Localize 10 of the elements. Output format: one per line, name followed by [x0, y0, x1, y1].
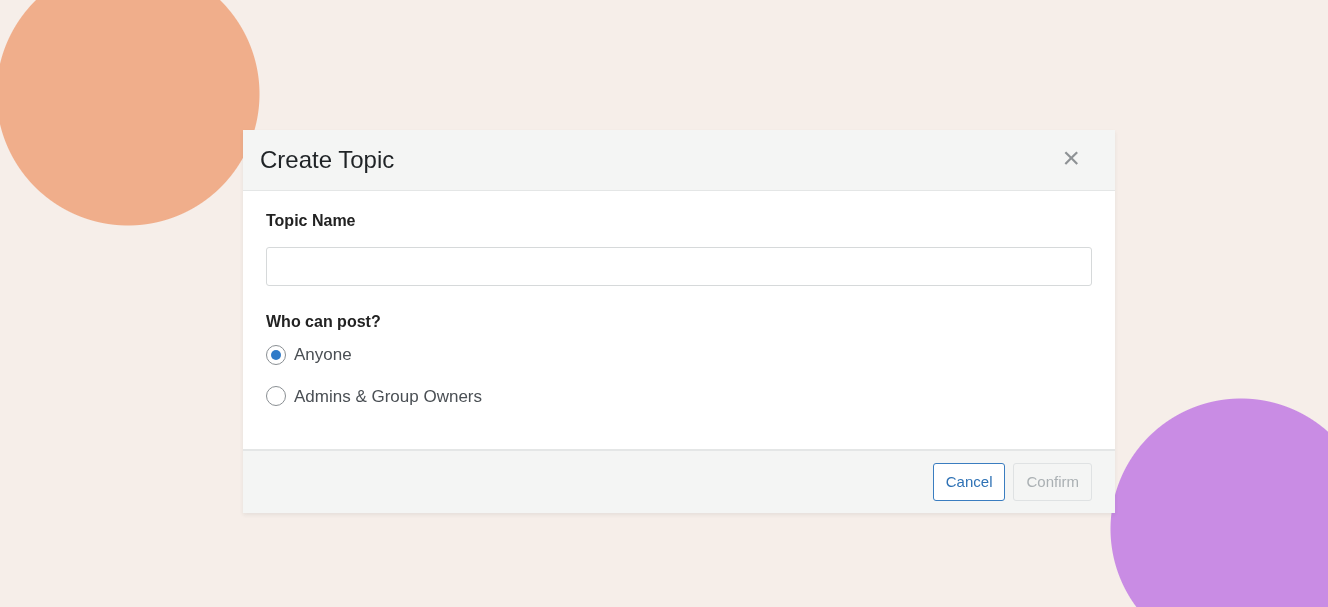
close-button[interactable]: ×	[1044, 143, 1098, 177]
field-label: Topic Name	[266, 211, 357, 231]
question-label: Who can post?	[266, 312, 382, 332]
radio-button[interactable]	[266, 386, 286, 407]
dialog-button[interactable]: Cancel	[932, 463, 1006, 501]
option-label[interactable]: Admins & Group Owners	[294, 383, 482, 409]
option-label[interactable]: Anyone	[294, 342, 352, 368]
input-field[interactable]	[266, 247, 1092, 286]
radio-button[interactable]	[266, 344, 286, 365]
dialog-title: Create Topic	[260, 145, 395, 175]
